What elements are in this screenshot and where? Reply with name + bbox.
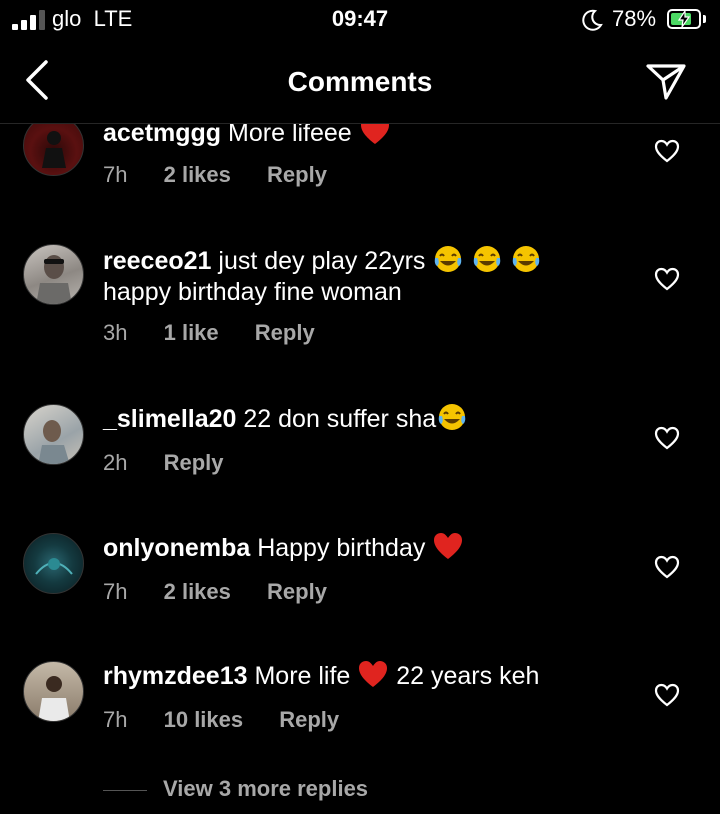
heart-icon[interactable]	[654, 139, 680, 163]
timestamp: 7h	[103, 707, 128, 732]
username[interactable]: rhymzdee13	[103, 662, 248, 690]
comments-header: Comments	[0, 40, 720, 124]
comment-body: More life	[247, 662, 358, 690]
timestamp: 7h	[103, 162, 128, 187]
reply-button[interactable]: Reply	[267, 579, 327, 605]
red-heart-emoji	[359, 661, 388, 687]
reply-button[interactable]: Reply	[267, 162, 327, 188]
comment-text: _slimella20 22 don suffer sha	[103, 402, 623, 435]
comment-item: _slimella20 22 don suffer sha 2h Reply	[0, 404, 720, 504]
comment-body: just dey play 22yrs	[211, 247, 426, 275]
comments-list[interactable]: acetmggg More lifeee 7h 2 likes Reply re…	[0, 124, 720, 814]
comment-meta: 7h 2 likes Reply	[103, 579, 357, 605]
heart-icon[interactable]	[654, 555, 680, 579]
red-heart-emoji	[434, 533, 463, 559]
tears-of-joy-emoji	[435, 246, 462, 272]
bolt-icon	[677, 11, 691, 27]
comment-meta: 7h 2 likes Reply	[103, 162, 357, 188]
avatar[interactable]	[23, 244, 84, 305]
username[interactable]: reeceo21	[103, 247, 211, 275]
heart-icon[interactable]	[654, 683, 680, 707]
battery-charging-icon	[667, 9, 701, 29]
comment-meta: 2h Reply	[103, 450, 254, 476]
comment-body: Happy birthday	[250, 534, 433, 562]
timestamp: 3h	[103, 320, 128, 345]
likes-count[interactable]: 2 likes	[164, 162, 231, 188]
comment-body: More lifeee	[221, 124, 352, 147]
username[interactable]: acetmggg	[103, 124, 221, 147]
comment-text: acetmggg More lifeee	[103, 124, 623, 149]
timestamp: 2h	[103, 450, 128, 475]
comment-item: reeceo21 just dey play 22yrs happy birth…	[0, 244, 720, 364]
heart-icon[interactable]	[654, 267, 680, 291]
likes-count[interactable]: 10 likes	[164, 707, 244, 733]
red-heart-emoji	[360, 124, 389, 144]
comment-item: rhymzdee13 More life 22 years keh 7h 10 …	[0, 661, 720, 761]
likes-count[interactable]: 1 like	[164, 320, 219, 346]
comment-text: onlyonemba Happy birthday	[103, 531, 623, 564]
username[interactable]: onlyonemba	[103, 534, 250, 562]
comment-text: rhymzdee13 More life 22 years keh	[103, 659, 623, 692]
status-bar: glo LTE 09:47 78%	[0, 0, 720, 40]
comment-text: reeceo21 just dey play 22yrs happy birth…	[103, 244, 623, 308]
reply-button[interactable]: Reply	[279, 707, 339, 733]
username[interactable]: _slimella20	[103, 405, 236, 433]
page-title: Comments	[287, 66, 433, 97]
tears-of-joy-emoji	[438, 404, 466, 430]
reply-button[interactable]: Reply	[164, 450, 224, 476]
avatar[interactable]	[23, 404, 84, 465]
comment-body-tail: 22 years keh	[389, 662, 540, 690]
timestamp: 7h	[103, 579, 128, 604]
avatar[interactable]	[23, 124, 84, 176]
heart-icon[interactable]	[654, 426, 680, 450]
comment-body-line2: happy birthday fine woman	[103, 278, 402, 306]
reply-button[interactable]: Reply	[255, 320, 315, 346]
comment-body: 22 don suffer sha	[236, 405, 437, 433]
tears-of-joy-emoji	[513, 246, 540, 272]
comment-item: acetmggg More lifeee 7h 2 likes Reply	[0, 124, 720, 234]
avatar[interactable]	[23, 661, 84, 722]
view-more-label: View 3 more replies	[163, 776, 369, 801]
view-more-replies-button[interactable]: View 3 more replies	[103, 776, 368, 802]
tears-of-joy-emoji	[474, 246, 501, 272]
battery-percent: 78%	[612, 6, 657, 31]
comment-item: onlyonemba Happy birthday 7h 2 likes Rep…	[0, 533, 720, 633]
comment-meta: 7h 10 likes Reply	[103, 707, 369, 733]
send-icon[interactable]	[644, 60, 688, 102]
comment-meta: 3h 1 like Reply	[103, 320, 345, 346]
moon-icon	[582, 9, 603, 31]
likes-count[interactable]: 2 likes	[164, 579, 231, 605]
battery-cap	[703, 15, 706, 23]
avatar[interactable]	[23, 533, 84, 594]
divider	[103, 789, 147, 791]
